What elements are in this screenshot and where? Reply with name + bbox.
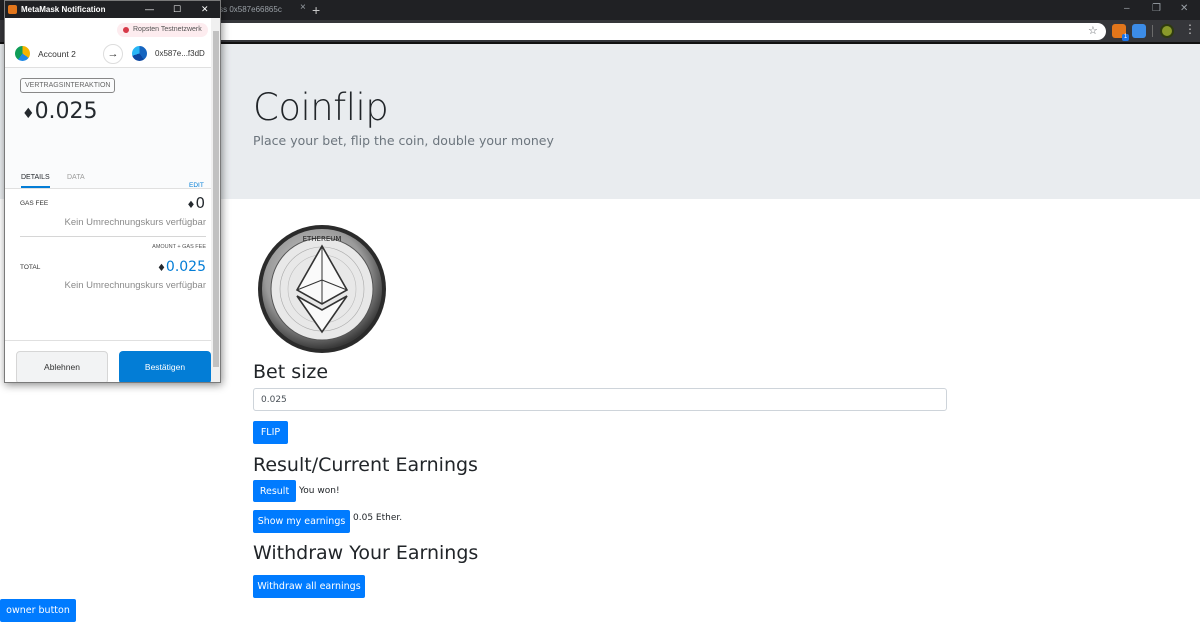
- tab-details[interactable]: DETAILS: [21, 174, 50, 188]
- metamask-titlebar: MetaMask Notification — ☐ ✕: [5, 1, 220, 18]
- mail-extension-icon[interactable]: [1132, 24, 1146, 38]
- reject-button[interactable]: Ablehnen: [16, 351, 108, 382]
- coin-text: ETHEREUM: [303, 235, 342, 243]
- account-name: Account 2: [38, 49, 76, 59]
- confirm-button[interactable]: Bestätigen: [119, 351, 211, 382]
- fee-divider: [20, 236, 206, 237]
- amount-gas-label: AMOUNT + GAS FEE: [152, 244, 206, 250]
- network-status-dot: [123, 27, 129, 33]
- result-output: You won!: [299, 486, 340, 496]
- popup-close-button[interactable]: ✕: [201, 1, 209, 18]
- recipient-avatar: [132, 46, 147, 61]
- transaction-summary: VERTRAGSINTERAKTION ♦0.025 DETAILS DATA: [5, 68, 211, 189]
- page-lead: Place your bet, flip the coin, double yo…: [253, 133, 554, 148]
- window-restore-button[interactable]: ❐: [1152, 0, 1161, 20]
- new-tab-button[interactable]: +: [312, 0, 320, 20]
- interaction-tag: VERTRAGSINTERAKTION: [20, 78, 116, 93]
- total-label: TOTAL: [20, 264, 41, 271]
- browser-tab[interactable]: ress 0x587e66865c: [212, 0, 304, 20]
- amount-value: 0.025: [34, 99, 98, 124]
- extension-badge: 1: [1122, 34, 1129, 41]
- earnings-output: 0.05 Ether.: [353, 513, 403, 523]
- account-avatar: [15, 46, 30, 61]
- metamask-body: Ropsten Testnetzwerk Account 2 → 0x587e.…: [5, 18, 211, 382]
- bookmark-star-icon[interactable]: ☆: [1088, 24, 1098, 37]
- window-close-button[interactable]: ✕: [1180, 0, 1188, 20]
- browser-menu-icon[interactable]: ⋮: [1184, 22, 1196, 36]
- withdraw-heading: Withdraw Your Earnings: [253, 542, 479, 564]
- tab-close-icon[interactable]: ×: [300, 2, 306, 13]
- ethereum-coin-image: ETHEREUM: [258, 225, 386, 353]
- bet-size-input[interactable]: [253, 388, 947, 411]
- recipient-address: 0x587e...f3dD: [155, 49, 205, 58]
- gas-fee-value: ♦0: [125, 194, 205, 212]
- network-name: Ropsten Testnetzwerk: [133, 26, 202, 33]
- page-title: Coinflip: [253, 86, 389, 129]
- owner-button[interactable]: owner button: [0, 599, 76, 622]
- toolbar-separator: [1152, 25, 1153, 37]
- total-amount: 0.025: [165, 259, 206, 275]
- flip-button[interactable]: FLIP: [253, 421, 288, 444]
- eth-icon: ♦: [156, 263, 166, 274]
- metamask-popup: MetaMask Notification — ☐ ✕ Ropsten Test…: [4, 0, 221, 383]
- bet-size-heading: Bet size: [253, 361, 329, 383]
- popup-scrollbar-thumb[interactable]: [213, 31, 219, 367]
- network-badge[interactable]: Ropsten Testnetzwerk: [117, 23, 208, 37]
- metamask-fox-icon: [8, 5, 17, 14]
- edit-gas-link[interactable]: EDIT: [189, 182, 204, 189]
- transaction-amount: ♦0.025: [22, 99, 98, 124]
- account-row: Account 2 → 0x587e...f3dD: [5, 41, 211, 68]
- profile-avatar[interactable]: [1160, 24, 1174, 38]
- total-value: ♦0.025: [125, 259, 206, 275]
- window-minimize-button[interactable]: –: [1124, 0, 1130, 20]
- footer-divider: [5, 340, 211, 341]
- gas-fee-label: GAS FEE: [20, 200, 49, 207]
- withdraw-button[interactable]: Withdraw all earnings: [253, 575, 365, 598]
- arrow-right-icon: →: [103, 44, 123, 64]
- popup-maximize-button[interactable]: ☐: [173, 1, 181, 18]
- result-button[interactable]: Result: [253, 480, 296, 502]
- popup-minimize-button[interactable]: —: [145, 1, 154, 18]
- tab-data[interactable]: DATA: [67, 174, 85, 181]
- gas-fee-conversion: Kein Umrechnungskurs verfügbar: [64, 217, 206, 228]
- metamask-extension-icon[interactable]: 1: [1112, 24, 1129, 41]
- address-bar[interactable]: [212, 23, 1106, 40]
- total-conversion: Kein Umrechnungskurs verfügbar: [64, 280, 206, 291]
- eth-icon: ♦: [22, 106, 35, 122]
- result-heading: Result/Current Earnings: [253, 454, 478, 476]
- gas-fee-amount: 0: [195, 194, 205, 212]
- show-earnings-button[interactable]: Show my earnings: [253, 510, 350, 533]
- metamask-window-title: MetaMask Notification: [21, 5, 106, 14]
